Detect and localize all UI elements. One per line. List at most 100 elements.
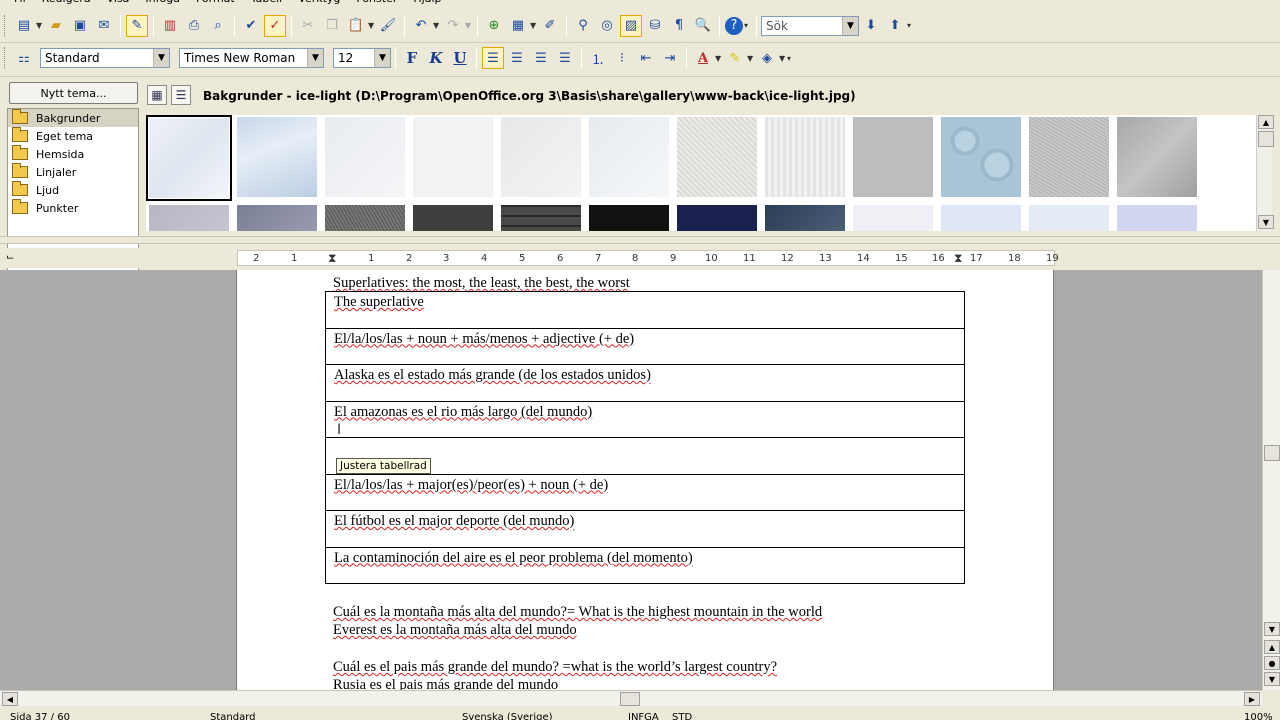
next-page-icon[interactable]: ▼ <box>1264 672 1280 686</box>
table-cell[interactable]: Alaska es el estado más grande (de los e… <box>325 364 965 402</box>
table-dropdown-icon[interactable]: ▼ <box>530 21 538 30</box>
highlighting-icon[interactable]: ✎ <box>724 47 746 69</box>
thumbnail[interactable] <box>1117 205 1197 231</box>
formatting-marks-icon[interactable]: ¶ <box>668 15 690 37</box>
cut-icon[interactable]: ✂ <box>297 15 319 37</box>
thumbnail[interactable] <box>1029 205 1109 231</box>
previous-page-icon[interactable]: ▲ <box>1264 640 1280 654</box>
save-icon[interactable]: ▣ <box>69 15 91 37</box>
thumbnail[interactable] <box>941 205 1021 231</box>
search-input[interactable]: Sök ▼ <box>761 15 859 36</box>
edit-mode-icon[interactable]: ✎ <box>126 14 148 37</box>
menu-edit[interactable]: Redigera <box>34 0 99 8</box>
table-icon[interactable]: ▦ <box>507 15 529 37</box>
status-selection-mode[interactable]: STD <box>672 712 692 720</box>
thumbnail[interactable] <box>941 117 1021 197</box>
email-icon[interactable]: ✉ <box>93 15 115 37</box>
scroll-right-icon[interactable]: ▶ <box>1244 692 1260 706</box>
thumbnail[interactable] <box>501 117 581 197</box>
scroll-down-icon[interactable]: ▼ <box>1264 622 1280 636</box>
spellcheck-icon[interactable]: ✔ <box>240 15 262 37</box>
thumbnail[interactable] <box>853 205 933 231</box>
scroll-thumb[interactable] <box>620 692 640 706</box>
find-next-icon[interactable]: ⬇ <box>860 15 882 37</box>
ruler-bar[interactable]: 2 1 1 2 3 4 5 6 7 8 9 10 11 12 13 14 15 … <box>237 250 1059 266</box>
toolbar-grip[interactable] <box>4 47 8 69</box>
numbering-icon[interactable]: ⒈ <box>587 47 609 69</box>
find-replace-icon[interactable]: ⚲ <box>572 15 594 37</box>
thumbnail[interactable] <box>237 117 317 197</box>
toolbar-overflow-icon[interactable]: ▾ <box>744 21 752 30</box>
status-zoom[interactable]: 100% <box>1244 712 1273 720</box>
hyperlink-icon[interactable]: ⊕ <box>483 15 505 37</box>
thumbnail[interactable] <box>1117 117 1197 197</box>
tab-type-icon[interactable]: ⌙ <box>6 252 18 264</box>
theme-item-ljud[interactable]: Ljud <box>8 181 138 199</box>
underline-icon[interactable]: U <box>449 47 471 69</box>
thumbnail[interactable] <box>765 117 845 197</box>
open-folder-icon[interactable]: ▰ <box>45 15 67 37</box>
redo-dropdown-icon[interactable]: ▼ <box>465 21 473 30</box>
chevron-down-icon[interactable]: ▼ <box>153 49 169 67</box>
copy-icon[interactable]: ❐ <box>321 15 343 37</box>
table-cell[interactable]: El fútbol es el major deporte (del mundo… <box>325 510 965 548</box>
theme-item-bakgrunder[interactable]: Bakgrunder <box>8 109 138 127</box>
toolbar-grip[interactable] <box>4 14 8 37</box>
toolbar-overflow-icon[interactable]: ▾ <box>787 54 795 63</box>
new-document-icon[interactable]: ▤ <box>13 15 35 37</box>
gallery-splitter[interactable] <box>0 236 1280 244</box>
font-color-icon[interactable]: A <box>692 47 714 69</box>
data-sources-icon[interactable]: ⛁ <box>644 15 666 37</box>
bold-icon[interactable]: F <box>401 47 423 69</box>
decrease-indent-icon[interactable]: ⇤ <box>635 47 657 69</box>
zoom-icon[interactable]: 🔍 <box>692 15 714 37</box>
menu-format[interactable]: Format <box>188 0 243 8</box>
show-draw-functions-icon[interactable]: ✐ <box>539 15 561 37</box>
table-cell[interactable]: The superlative <box>325 291 965 329</box>
thumbnail[interactable] <box>677 205 757 231</box>
menu-window[interactable]: Fönster <box>348 0 405 8</box>
scroll-up-icon[interactable]: ▲ <box>1258 115 1274 129</box>
find-previous-icon[interactable]: ⬆ <box>884 15 906 37</box>
left-indent-marker-icon[interactable]: ⧗ <box>328 251 336 266</box>
print-icon[interactable]: ⎙ <box>183 15 205 37</box>
new-theme-button[interactable]: Nytt tema... <box>9 82 138 104</box>
justify-icon[interactable]: ☰ <box>554 47 576 69</box>
bullets-icon[interactable]: ⁝ <box>611 47 633 69</box>
search-dropdown-icon[interactable]: ▼ <box>842 16 858 35</box>
paste-dropdown-icon[interactable]: ▼ <box>368 21 376 30</box>
print-preview-icon[interactable]: ⌕ <box>207 15 229 37</box>
menu-file[interactable]: Fil <box>6 0 34 8</box>
italic-icon[interactable]: K <box>425 47 447 69</box>
theme-item-eget-tema[interactable]: Eget tema <box>8 127 138 145</box>
navigator-icon[interactable]: ◎ <box>596 15 618 37</box>
menu-view[interactable]: Visa <box>99 0 138 8</box>
highlighting-dropdown-icon[interactable]: ▼ <box>747 54 755 63</box>
scroll-thumb[interactable] <box>1258 131 1274 147</box>
scroll-thumb[interactable] <box>1264 445 1280 461</box>
thumbnail[interactable] <box>589 117 669 197</box>
thumbnail[interactable] <box>765 205 845 231</box>
thumbnail[interactable] <box>413 205 493 231</box>
new-dropdown-icon[interactable]: ▼ <box>36 21 44 30</box>
undo-dropdown-icon[interactable]: ▼ <box>433 21 441 30</box>
theme-item-linjaler[interactable]: Linjaler <box>8 163 138 181</box>
undo-icon[interactable]: ↶ <box>410 15 432 37</box>
theme-item-hemsida[interactable]: Hemsida <box>8 145 138 163</box>
status-language[interactable]: Svenska (Sverige) <box>462 712 553 720</box>
thumbnail-ice-light[interactable] <box>146 115 232 201</box>
menu-help[interactable]: Hjälp <box>405 0 449 8</box>
menu-insert[interactable]: Infoga <box>137 0 188 8</box>
redo-icon[interactable]: ↷ <box>442 15 464 37</box>
autospellcheck-icon[interactable]: ✓ <box>264 14 286 37</box>
font-size-select[interactable]: 12 ▼ <box>333 48 391 68</box>
icon-view-icon[interactable]: ▦ <box>147 85 167 105</box>
table-cell[interactable]: El amazonas es el rio más largo (del mun… <box>325 400 965 438</box>
thumbnail[interactable] <box>325 205 405 231</box>
thumbnail[interactable] <box>325 117 405 197</box>
align-right-icon[interactable]: ☰ <box>530 47 552 69</box>
right-indent-marker-icon[interactable]: ⧗ <box>954 251 962 266</box>
document-page[interactable]: Superlatives: the most, the least, the b… <box>236 270 1054 690</box>
scroll-left-icon[interactable]: ◀ <box>2 692 18 706</box>
thumbnail[interactable] <box>589 205 669 231</box>
